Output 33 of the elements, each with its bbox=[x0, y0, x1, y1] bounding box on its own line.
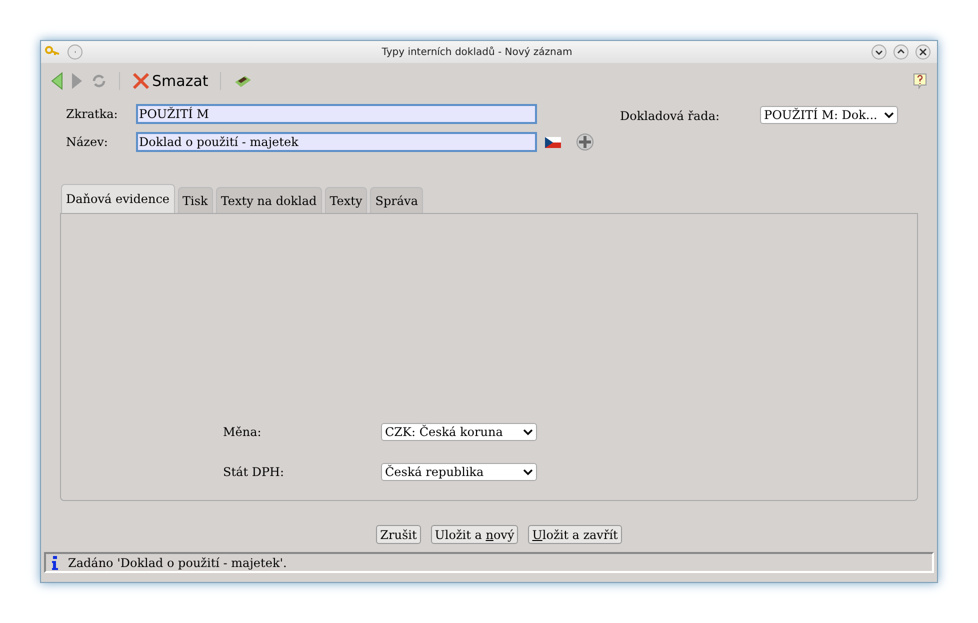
chevron-down-icon bbox=[884, 112, 894, 118]
dropdown[interactable]: Česká republika bbox=[381, 463, 537, 481]
flag-icon[interactable] bbox=[545, 136, 561, 148]
field-label: Dokladová řada: bbox=[620, 108, 721, 125]
tab[interactable]: Správa bbox=[370, 187, 423, 213]
maximize-icon[interactable] bbox=[893, 44, 909, 60]
input-field[interactable]: POUŽITÍ M bbox=[136, 104, 537, 124]
field-label: Zkratka: bbox=[66, 106, 119, 123]
plus-icon[interactable] bbox=[576, 133, 594, 151]
dialog-button[interactable]: Uložit a nový bbox=[430, 525, 518, 544]
help-icon[interactable] bbox=[913, 73, 927, 89]
dropdown[interactable]: CZK: Česká koruna bbox=[381, 423, 537, 441]
tab[interactable]: Daňová evidence bbox=[61, 184, 175, 213]
dialog-button[interactable]: Zrušit bbox=[376, 525, 421, 544]
tab[interactable]: Tisk bbox=[178, 187, 213, 213]
dialog-button[interactable]: Uložit a zavřít bbox=[528, 525, 622, 544]
minimize-icon[interactable] bbox=[871, 44, 887, 60]
cross-icon bbox=[132, 72, 150, 90]
keys-icon bbox=[45, 46, 61, 58]
input-field[interactable]: Doklad o použití - majetek bbox=[136, 132, 537, 152]
status-text: Zadáno 'Doklad o použití - majetek'. bbox=[68, 554, 287, 572]
field-label: Stát DPH: bbox=[223, 464, 286, 481]
tab[interactable]: Texty na doklad bbox=[216, 187, 322, 213]
dropdown[interactable]: POUŽITÍ M: Dok... bbox=[760, 106, 898, 124]
field-label: Měna: bbox=[223, 424, 262, 441]
delete-button[interactable]: Smazat bbox=[132, 70, 208, 92]
window-title: Typy interních dokladů - Nový záznam bbox=[380, 46, 574, 60]
field-label: Název: bbox=[66, 134, 109, 151]
chevron-down-icon bbox=[523, 428, 533, 436]
close-icon[interactable] bbox=[915, 44, 931, 60]
chevron-down-icon bbox=[523, 468, 533, 476]
info-icon bbox=[52, 556, 58, 570]
tab[interactable]: Texty bbox=[324, 187, 368, 213]
